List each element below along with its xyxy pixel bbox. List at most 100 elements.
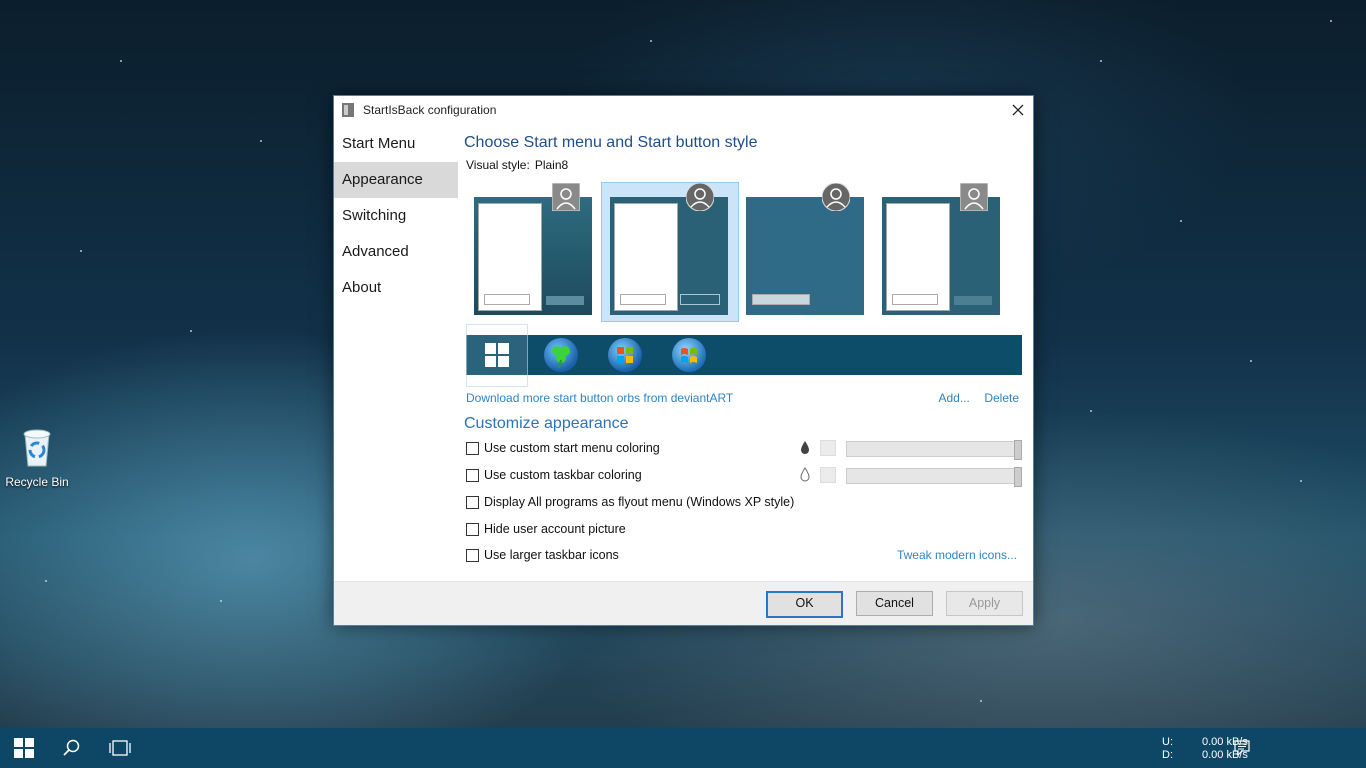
start-button[interactable]: [0, 728, 48, 768]
windows-logo-icon: [14, 738, 34, 758]
star: [650, 40, 652, 42]
star: [120, 60, 122, 62]
option-label: Use custom taskbar coloring: [484, 468, 642, 482]
task-view-button[interactable]: [96, 728, 144, 768]
app-icon: [342, 103, 354, 117]
action-center-button[interactable]: [1234, 740, 1250, 761]
option-larger-taskbar-icons[interactable]: Use larger taskbar icons: [466, 546, 619, 564]
style-option-3[interactable]: [746, 183, 864, 315]
taskbar: U: 0.00 kB/s D: 0.00 kB/s: [0, 728, 1366, 768]
recycle-bin[interactable]: Recycle Bin: [4, 424, 70, 489]
orb-option-clover[interactable]: [544, 338, 578, 372]
option-custom-start-coloring[interactable]: Use custom start menu coloring: [466, 439, 660, 457]
customize-heading: Customize appearance: [464, 415, 629, 432]
option-label: Display All programs as flyout menu (Win…: [484, 495, 795, 509]
delete-orb-link[interactable]: Delete: [984, 391, 1019, 405]
style-option-1[interactable]: [474, 183, 592, 315]
checkbox[interactable]: [466, 495, 479, 509]
user-icon: [552, 183, 580, 211]
option-label: Use larger taskbar icons: [484, 548, 619, 562]
checkbox[interactable]: [466, 441, 479, 455]
star: [80, 250, 82, 252]
apply-button[interactable]: Apply: [946, 591, 1023, 616]
star: [260, 140, 262, 142]
sidebar-item-about[interactable]: About: [334, 270, 458, 306]
opacity-slider[interactable]: [846, 440, 1022, 460]
recycle-bin-icon: [23, 429, 51, 467]
sidebar-item-advanced[interactable]: Advanced: [334, 234, 458, 270]
color-swatch[interactable]: [820, 467, 836, 483]
clover-icon: [552, 346, 570, 369]
config-dialog: StartIsBack configuration Start Menu App…: [333, 95, 1034, 626]
star: [980, 700, 982, 702]
slider-thumb[interactable]: [1014, 440, 1022, 460]
windows-flag-icon: [617, 347, 633, 363]
style-thumbnails: [464, 182, 1024, 322]
download-orbs-link[interactable]: Download more start button orbs from dev…: [466, 391, 733, 405]
option-label: Use custom start menu coloring: [484, 441, 660, 455]
visual-style-label: Visual style:: [466, 158, 530, 172]
orb-option-windows10[interactable]: [466, 324, 528, 387]
star: [1330, 20, 1332, 22]
star: [1100, 60, 1102, 62]
cancel-button[interactable]: Cancel: [856, 591, 933, 616]
orb-option-vista[interactable]: [672, 338, 706, 372]
option-label: Hide user account picture: [484, 522, 626, 536]
upload-label: U:: [1162, 736, 1173, 748]
ok-button[interactable]: OK: [766, 591, 843, 618]
task-view-icon: [109, 740, 131, 756]
action-center-icon: [1234, 740, 1250, 757]
style-option-4[interactable]: [882, 183, 1000, 315]
dialog-footer: OK Cancel Apply: [334, 581, 1033, 625]
style-preview-search: [892, 294, 938, 305]
option-flyout-all-programs[interactable]: Display All programs as flyout menu (Win…: [466, 493, 794, 511]
sidebar-item-appearance[interactable]: Appearance: [334, 162, 458, 198]
checkbox[interactable]: [466, 548, 479, 562]
slider-thumb[interactable]: [1014, 467, 1022, 487]
windows-logo-icon: [485, 343, 509, 367]
color-drop-filled-icon: [801, 441, 809, 454]
visual-style-readout: Visual style: Plain8: [466, 158, 1023, 172]
add-orb-link[interactable]: Add...: [939, 391, 970, 405]
visual-style-value: Plain8: [534, 158, 569, 172]
appearance-panel: Choose Start menu and Start button style…: [464, 126, 1023, 562]
orb-option-windows7[interactable]: [608, 338, 642, 372]
windows-wave-flag-icon: [681, 348, 697, 363]
download-label: D:: [1162, 749, 1173, 761]
star: [220, 600, 222, 602]
opacity-slider[interactable]: [846, 467, 1022, 487]
close-button[interactable]: [1003, 96, 1033, 124]
title-bar[interactable]: StartIsBack configuration: [334, 96, 1033, 124]
orb-links: Download more start button orbs from dev…: [466, 389, 1023, 405]
sidebar-item-switching[interactable]: Switching: [334, 198, 458, 234]
page-title: Choose Start menu and Start button style: [464, 134, 758, 151]
recycle-bin-label: Recycle Bin: [5, 475, 69, 489]
sidebar: Start Menu Appearance Switching Advanced…: [334, 126, 458, 306]
color-drop-outline-icon: [800, 467, 810, 482]
checkbox[interactable]: [466, 468, 479, 482]
star: [45, 580, 47, 582]
search-icon: [63, 739, 80, 756]
option-custom-taskbar-coloring[interactable]: Use custom taskbar coloring: [466, 466, 642, 484]
color-swatch[interactable]: [820, 440, 836, 456]
style-preview-bar: [546, 296, 584, 305]
style-preview-search: [484, 294, 530, 305]
style-preview-bar: [680, 294, 720, 305]
style-preview-search: [620, 294, 666, 305]
style-option-2[interactable]: [610, 183, 728, 315]
option-hide-user-picture[interactable]: Hide user account picture: [466, 520, 626, 538]
star: [190, 330, 192, 332]
star: [1300, 480, 1302, 482]
style-preview-bar: [954, 296, 992, 305]
search-button[interactable]: [48, 728, 96, 768]
user-icon: [960, 183, 988, 211]
checkbox[interactable]: [466, 522, 479, 536]
star: [1250, 360, 1252, 362]
dialog-title: StartIsBack configuration: [363, 103, 497, 117]
star: [1090, 410, 1092, 412]
user-icon: [686, 183, 714, 211]
close-icon: [1012, 104, 1024, 116]
sidebar-item-start-menu[interactable]: Start Menu: [334, 126, 458, 162]
star: [1180, 220, 1182, 222]
tweak-modern-icons-link[interactable]: Tweak modern icons...: [897, 548, 1017, 562]
